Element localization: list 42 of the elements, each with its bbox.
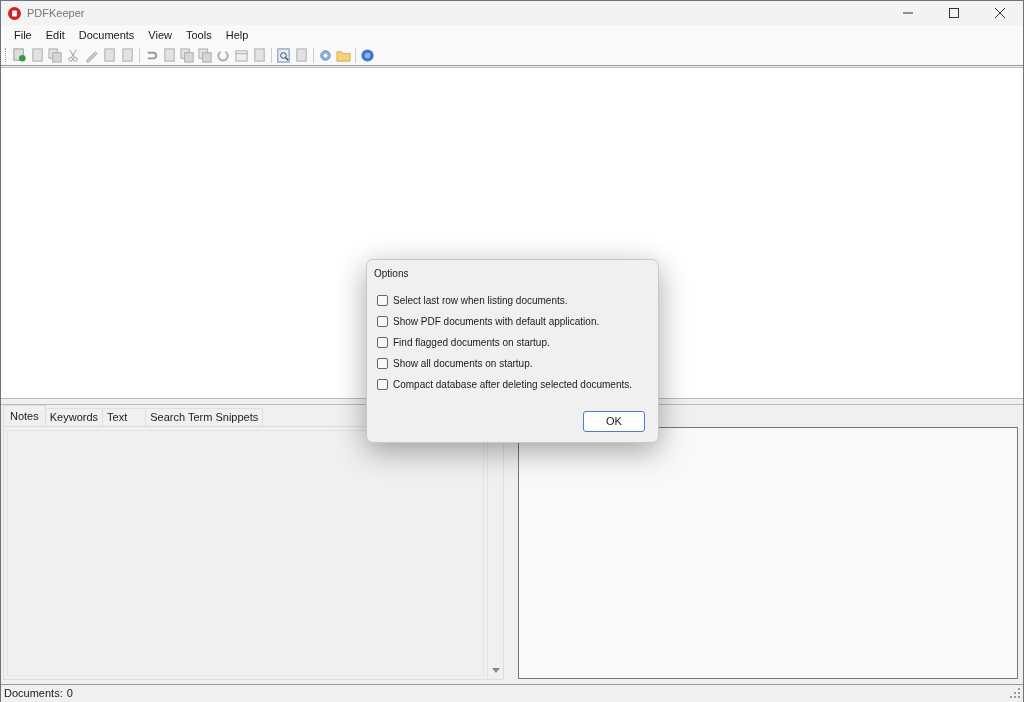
scissors-icon[interactable] <box>66 47 81 63</box>
checkbox[interactable] <box>377 316 388 327</box>
menu-item[interactable]: Tools <box>179 26 219 44</box>
tab[interactable]: Text <box>103 408 147 426</box>
checkbox[interactable] <box>377 379 388 390</box>
document-icon[interactable] <box>120 47 135 63</box>
checkbox[interactable] <box>377 358 388 369</box>
document-icon[interactable] <box>162 47 177 63</box>
notes-area[interactable] <box>7 430 484 676</box>
option-label: Show all documents on startup. <box>393 357 533 371</box>
document-icon[interactable] <box>102 47 117 63</box>
copy-icon[interactable] <box>48 47 63 63</box>
help-icon[interactable] <box>360 47 375 63</box>
new-document-icon[interactable] <box>12 47 27 63</box>
menu-item[interactable]: File <box>7 26 39 44</box>
scroll-down-icon[interactable] <box>491 668 500 673</box>
calendar-icon[interactable] <box>234 47 249 63</box>
checkbox[interactable] <box>377 337 388 348</box>
document-icon[interactable] <box>30 47 45 63</box>
option-label: Compact database after deleting selected documents. <box>393 378 633 392</box>
menu-item[interactable]: Help <box>218 26 256 44</box>
copy-icon[interactable] <box>180 47 195 63</box>
ok-button[interactable]: OK <box>583 411 645 432</box>
option-label: Show PDF documents with default application. <box>393 315 600 329</box>
tab[interactable]: Notes <box>3 405 46 426</box>
app-logo-icon <box>8 6 21 20</box>
magnifier-icon[interactable] <box>276 47 291 63</box>
checkbox[interactable] <box>377 295 388 306</box>
menu-item[interactable]: Documents <box>71 26 142 44</box>
dialog-title: Options <box>374 267 410 281</box>
status-label: Documents: <box>4 686 63 701</box>
resize-grip-icon[interactable] <box>1010 688 1020 699</box>
document-icon[interactable] <box>252 47 267 63</box>
copy-icon[interactable] <box>198 47 213 63</box>
tab[interactable]: Keywords <box>45 408 104 426</box>
tab[interactable]: Search Term Snippets <box>146 408 264 426</box>
menu-item[interactable]: Edit <box>38 26 72 44</box>
option-label: Select last row when listing documents. <box>393 294 568 308</box>
menu-item[interactable]: View <box>141 26 179 44</box>
window-title: PDFKeeper <box>27 5 85 21</box>
document-count: 0 <box>66 686 73 701</box>
option-label: Find flagged documents on startup. <box>393 336 550 350</box>
